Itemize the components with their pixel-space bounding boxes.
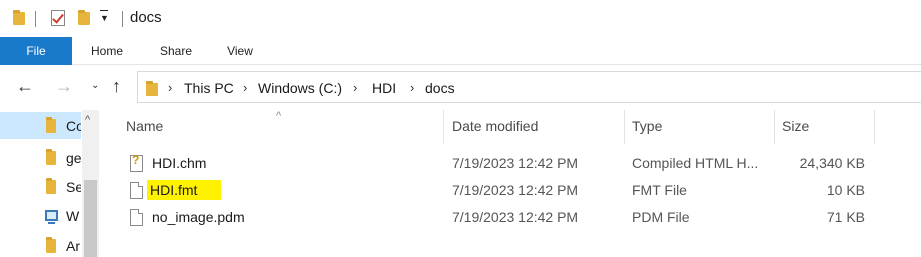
file-date: 7/19/2023 12:42 PM xyxy=(452,155,579,171)
window-title: docs xyxy=(130,9,162,26)
breadcrumb-chevron-icon[interactable]: › xyxy=(353,80,357,95)
tab-share[interactable]: Share xyxy=(150,37,202,65)
file-date: 7/19/2023 12:42 PM xyxy=(452,209,579,225)
scroll-up-arrow-icon[interactable]: ^ xyxy=(85,114,90,126)
column-divider[interactable] xyxy=(443,110,444,144)
address-bar[interactable]: › This PC › Windows (C:) › HDI › docs xyxy=(137,71,921,103)
highlighted-file-name: HDI.fmt xyxy=(147,180,222,200)
breadcrumb-hdi[interactable]: HDI xyxy=(372,80,396,96)
breadcrumb-chevron-icon[interactable]: › xyxy=(410,80,414,95)
sidebar-item-label: ge xyxy=(66,150,81,166)
file-size: 10 KB xyxy=(826,182,865,198)
toolbar-divider xyxy=(35,11,36,27)
scrollbar-thumb[interactable] xyxy=(84,180,97,257)
column-divider[interactable] xyxy=(624,110,625,144)
column-header-date[interactable]: Date modified xyxy=(452,118,538,134)
file-size: 24,340 KB xyxy=(799,155,865,171)
column-header-name[interactable]: Name xyxy=(126,118,163,134)
navigation-bar: ← → ⌄ ↑ › This PC › Windows (C:) › HDI ›… xyxy=(0,68,921,106)
folder-icon xyxy=(46,237,56,253)
generic-file-icon xyxy=(130,182,143,199)
file-type: FMT File xyxy=(632,182,687,198)
computer-icon xyxy=(45,210,58,224)
folder-icon xyxy=(146,81,158,96)
sidebar-scrollbar[interactable]: ^ xyxy=(82,110,99,257)
column-header-row: Name Date modified Type Size xyxy=(116,110,876,144)
file-type: Compiled HTML H... xyxy=(632,155,759,171)
column-header-type[interactable]: Type xyxy=(632,118,662,134)
tab-file[interactable]: File xyxy=(0,37,72,65)
folder-icon xyxy=(46,149,56,165)
file-type: PDM File xyxy=(632,209,690,225)
properties-icon[interactable] xyxy=(51,10,65,26)
file-row[interactable]: HDI.fmt 7/19/2023 12:42 PM FMT File 10 K… xyxy=(116,178,876,204)
sidebar-item[interactable]: ge xyxy=(0,144,81,171)
sidebar-item[interactable]: Ar xyxy=(0,232,81,257)
tab-view[interactable]: View xyxy=(218,37,262,65)
sidebar-item-label: Co xyxy=(66,118,81,134)
sidebar-item-label: W xyxy=(66,208,80,224)
column-divider[interactable] xyxy=(874,110,875,144)
breadcrumb-this-pc[interactable]: This PC xyxy=(184,80,234,96)
file-name: HDI.chm xyxy=(152,155,207,171)
new-folder-icon[interactable] xyxy=(78,10,90,25)
sidebar-item[interactable]: Co xyxy=(0,112,81,139)
breadcrumb-windows-c[interactable]: Windows (C:) xyxy=(258,80,342,96)
breadcrumb-chevron-icon[interactable]: › xyxy=(243,80,247,95)
recent-locations-chevron-icon[interactable]: ⌄ xyxy=(91,80,99,91)
column-divider[interactable] xyxy=(774,110,775,144)
back-arrow-icon[interactable]: ← xyxy=(16,76,34,97)
forward-arrow-icon[interactable]: → xyxy=(55,76,73,97)
file-date: 7/19/2023 12:42 PM xyxy=(452,182,579,198)
file-row[interactable]: HDI.chm 7/19/2023 12:42 PM Compiled HTML… xyxy=(116,151,876,177)
file-name: no_image.pdm xyxy=(152,209,245,225)
breadcrumb-chevron-icon[interactable]: › xyxy=(168,80,172,95)
file-name: HDI.fmt xyxy=(147,180,222,200)
file-size: 71 KB xyxy=(826,209,865,225)
sidebar-item-label: Ar xyxy=(66,238,80,254)
folder-icon xyxy=(46,178,56,194)
title-bar: ▼ docs xyxy=(0,0,921,36)
tab-home[interactable]: Home xyxy=(80,37,134,65)
toolbar-divider xyxy=(122,11,123,27)
customize-toolbar-icon[interactable]: ▼ xyxy=(100,10,109,23)
column-header-size[interactable]: Size xyxy=(782,118,809,134)
sidebar-item[interactable]: W xyxy=(0,202,81,229)
folder-icon xyxy=(13,10,25,25)
sidebar-item-label: Se xyxy=(66,179,81,195)
ribbon-tabs: File Home Share View xyxy=(0,37,921,65)
file-row[interactable]: no_image.pdm 7/19/2023 12:42 PM PDM File… xyxy=(116,205,876,231)
folder-icon xyxy=(46,117,56,133)
up-arrow-icon[interactable]: ↑ xyxy=(112,76,121,97)
sidebar-item[interactable]: Se xyxy=(0,173,81,200)
chm-file-icon xyxy=(130,153,143,172)
generic-file-icon xyxy=(130,209,143,226)
breadcrumb-docs[interactable]: docs xyxy=(425,80,455,96)
